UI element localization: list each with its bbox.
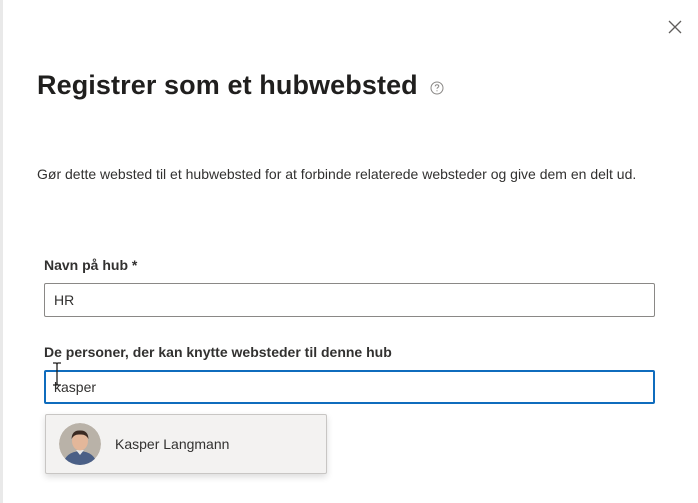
close-button[interactable] [662,14,688,40]
dialog-title: Registrer som et hubwebsted [37,70,418,100]
dialog-description: Gør dette websted til et hubwebsted for … [37,166,637,182]
hub-name-field[interactable]: HR [44,283,655,317]
close-icon [668,20,682,34]
suggestion-name: Kasper Langmann [115,436,230,452]
text-cursor-icon [53,362,61,386]
hub-name-label: Navn på hub * [44,257,137,273]
people-label: De personer, der kan knytte websteder ti… [44,344,392,360]
dialog-left-edge [0,0,3,503]
title-row: Registrer som et hubwebsted [37,70,444,101]
person-avatar [59,423,101,465]
required-marker: * [131,257,138,273]
people-picker-input[interactable]: kasper [44,370,655,404]
suggestion-item[interactable]: Kasper Langmann [45,414,327,474]
help-circle-icon[interactable] [430,81,444,95]
hub-name-value: HR [54,292,75,308]
hub-name-label-text: Navn på hub [44,257,129,273]
